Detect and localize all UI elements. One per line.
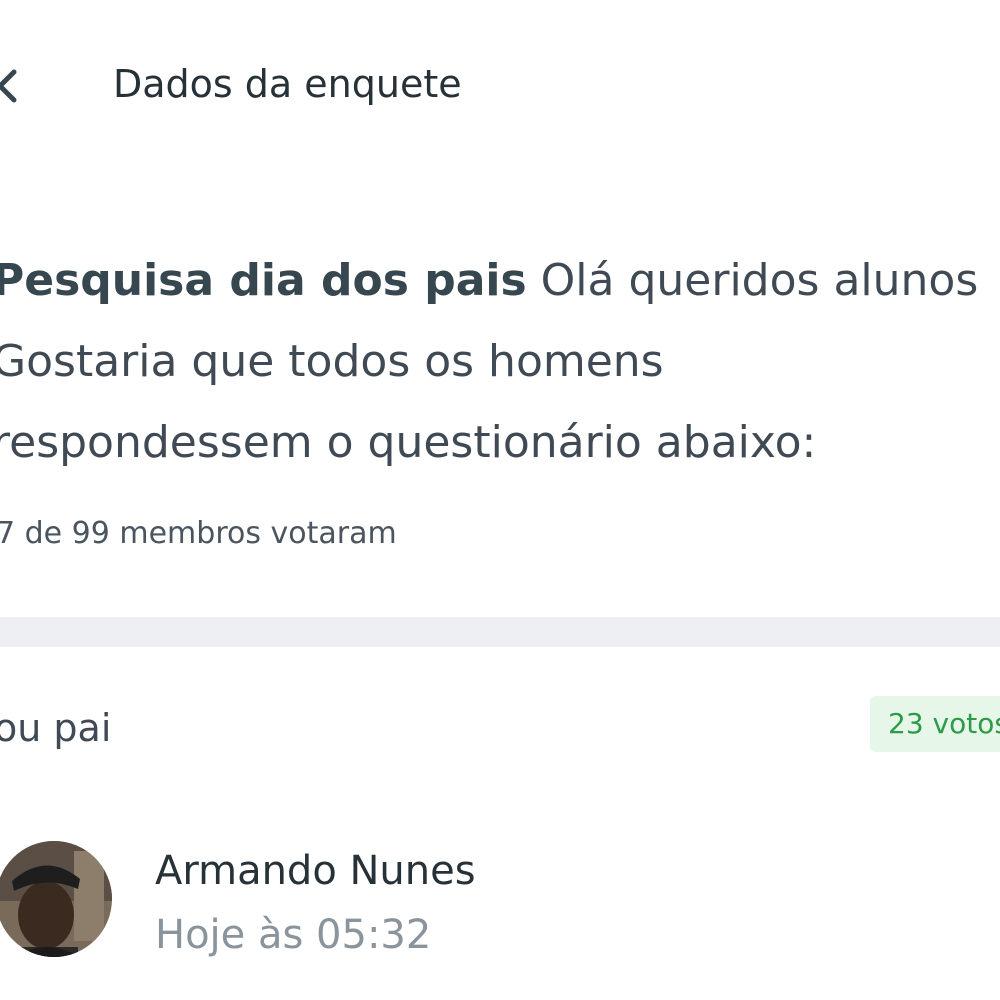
poll-details-screen: Dados da enquete Pesquisa dia dos pais O… xyxy=(0,0,1000,1000)
vote-summary: 7 de 99 membros votaram xyxy=(0,516,397,551)
avatar-photo xyxy=(0,841,112,957)
avatar[interactable] xyxy=(0,841,112,957)
page-title: Dados da enquete xyxy=(113,62,462,106)
poll-description-line-1: Pesquisa dia dos pais Olá queridos aluno… xyxy=(0,240,1000,321)
voter-name: Armando Nunes xyxy=(155,848,476,894)
poll-description-line-2: Gostaria que todos os homens xyxy=(0,336,664,387)
poll-title: Pesquisa dia dos pais xyxy=(0,255,527,306)
votes-badge: 23 votos xyxy=(870,696,1000,752)
poll-description: Pesquisa dia dos pais Olá queridos aluno… xyxy=(0,240,1000,483)
poll-description-text-1: Olá queridos alunos xyxy=(540,255,979,306)
section-divider xyxy=(0,617,1000,647)
poll-description-line-3: respondessem o questionário abaixo: xyxy=(0,417,817,468)
close-button[interactable] xyxy=(0,62,24,110)
voter-list-item[interactable]: Armando Nunes Hoje às 05:32 xyxy=(0,835,1000,965)
close-icon xyxy=(0,69,17,103)
vote-timestamp: Hoje às 05:32 xyxy=(155,912,432,958)
poll-option-label: ou pai xyxy=(0,706,112,750)
